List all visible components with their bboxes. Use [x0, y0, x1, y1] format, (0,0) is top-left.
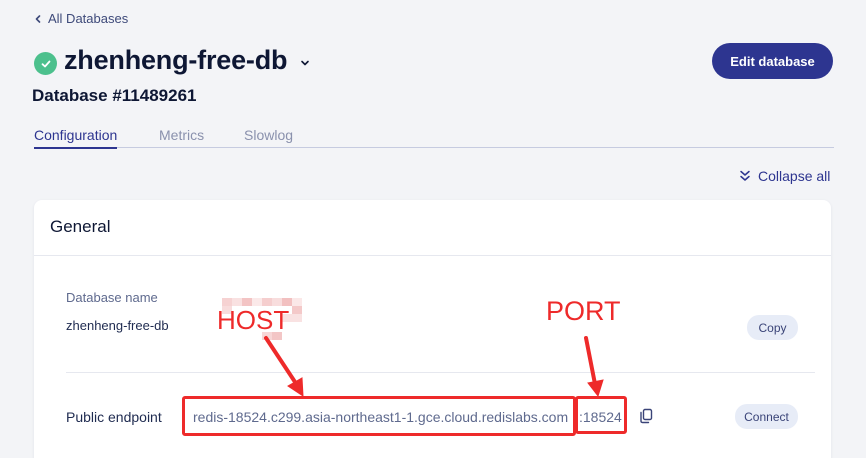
tab-slowlog[interactable]: Slowlog [244, 127, 293, 147]
chevron-left-icon [35, 14, 41, 23]
tab-metrics[interactable]: Metrics [159, 127, 204, 147]
back-to-all-databases-link[interactable]: All Databases [34, 11, 128, 26]
copy-database-name-button[interactable]: Copy [747, 315, 798, 340]
host-annotation-label: HOST [217, 305, 290, 335]
database-title: zhenheng-free-db [64, 45, 288, 75]
collapse-all-label: Collapse all [758, 168, 831, 184]
host-highlight-box [182, 396, 576, 436]
general-card-title: General [50, 217, 111, 236]
status-check-icon [34, 52, 57, 75]
database-id: Database #11489261 [32, 86, 197, 105]
edit-database-button[interactable]: Edit database [712, 43, 833, 79]
database-name-value: zhenheng-free-db [66, 318, 169, 333]
collapse-all-button[interactable]: Collapse all [738, 168, 830, 184]
connect-button[interactable]: Connect [735, 404, 798, 429]
copy-endpoint-icon[interactable] [639, 408, 653, 424]
back-link-label: All Databases [48, 11, 129, 26]
double-chevron-down-icon [740, 170, 750, 181]
row-divider [66, 372, 815, 373]
chevron-down-icon[interactable] [299, 58, 311, 68]
card-divider [34, 255, 831, 256]
port-highlight-box [575, 396, 627, 434]
tab-bar: Configuration Metrics Slowlog [34, 127, 834, 149]
tab-configuration[interactable]: Configuration [34, 127, 118, 149]
public-endpoint-label: Public endpoint [66, 409, 162, 425]
database-name-label: Database name [66, 290, 158, 305]
port-annotation-label: PORT [546, 296, 621, 326]
